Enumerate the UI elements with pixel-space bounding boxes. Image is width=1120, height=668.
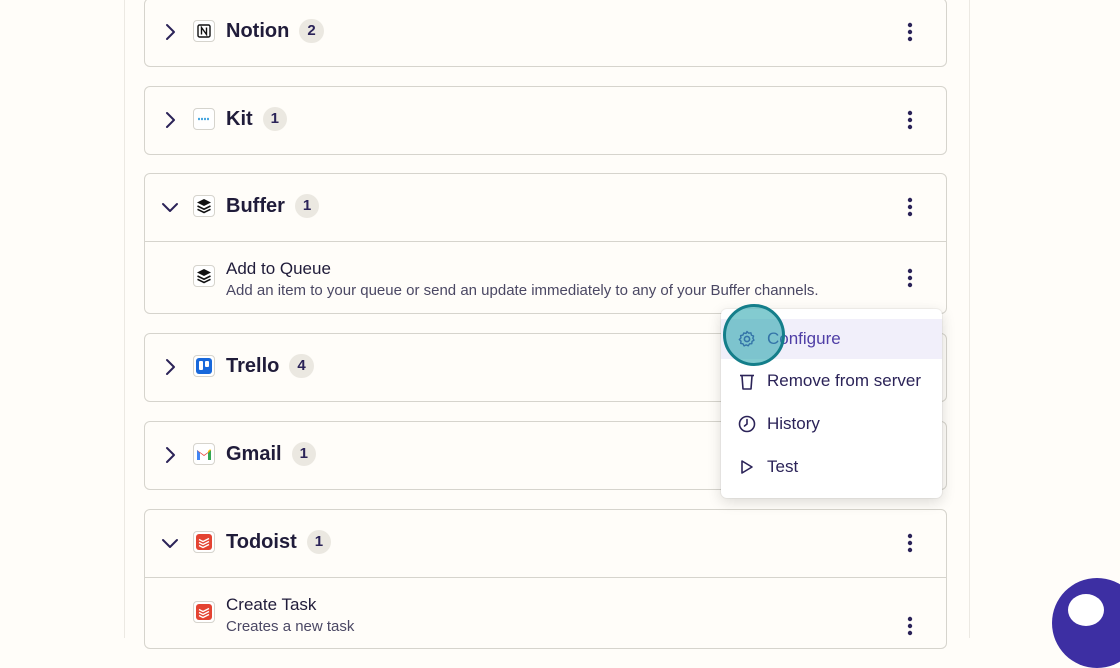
more-options-icon[interactable] (898, 614, 922, 638)
notion-icon (193, 20, 215, 42)
count-badge: 1 (306, 530, 332, 554)
app-name: Buffer 1 (226, 194, 320, 218)
app-card-notion: Notion 2 (144, 0, 947, 67)
chevron-down-icon[interactable] (159, 196, 181, 218)
chevron-right-icon[interactable] (159, 109, 181, 131)
app-card-kit: Kit 1 (144, 86, 947, 155)
chat-icon (1068, 594, 1104, 626)
chevron-down-icon[interactable] (159, 532, 181, 554)
chat-support-button[interactable] (1052, 578, 1120, 668)
more-options-icon[interactable] (898, 266, 922, 290)
count-badge: 1 (262, 107, 288, 131)
more-options-icon[interactable] (898, 195, 922, 219)
action-description: Creates a new task (226, 618, 355, 635)
app-name: Kit 1 (226, 107, 288, 131)
app-header-todoist[interactable]: Todoist 1 (145, 510, 946, 577)
more-options-icon[interactable] (898, 20, 922, 44)
buffer-icon (193, 265, 215, 287)
menu-item-label: History (767, 414, 820, 433)
menu-item-configure[interactable]: Configure (721, 319, 942, 359)
chevron-right-icon[interactable] (159, 21, 181, 43)
clock-icon (737, 414, 757, 434)
app-header-buffer[interactable]: Buffer 1 (145, 174, 946, 241)
menu-item-remove-from-server[interactable]: Remove from server (721, 361, 942, 401)
more-options-icon[interactable] (898, 531, 922, 555)
buffer-icon (193, 195, 215, 217)
action-description: Add an item to your queue or send an upd… (226, 282, 819, 299)
menu-item-label: Remove from server (767, 371, 921, 390)
action-row-create-task[interactable]: Create Task Creates a new task (145, 578, 946, 649)
action-title: Create Task (226, 595, 317, 614)
app-name: Gmail 1 (226, 442, 316, 466)
app-header-kit[interactable]: Kit 1 (145, 87, 946, 154)
count-badge: 4 (289, 354, 314, 378)
chevron-right-icon[interactable] (159, 356, 181, 378)
menu-item-label: Configure (767, 329, 841, 348)
count-badge: 1 (294, 194, 320, 218)
action-row-add-to-queue[interactable]: Add to Queue Add an item to your queue o… (145, 242, 946, 313)
app-name: Notion 2 (226, 19, 324, 43)
todoist-icon (193, 601, 215, 623)
app-name: Todoist 1 (226, 530, 332, 554)
trello-icon (193, 355, 215, 377)
gear-icon (737, 329, 757, 349)
chevron-right-icon[interactable] (159, 444, 181, 466)
play-icon (737, 457, 757, 477)
action-title: Add to Queue (226, 259, 331, 278)
context-menu: Configure Remove from server History Tes… (721, 309, 942, 498)
app-header-notion[interactable]: Notion 2 (145, 0, 946, 66)
gmail-icon (193, 443, 215, 465)
menu-item-test[interactable]: Test (721, 447, 942, 487)
app-card-buffer: Buffer 1 Add to Queue Add an item to your… (144, 173, 947, 314)
menu-item-history[interactable]: History (721, 404, 942, 444)
app-name: Trello 4 (226, 354, 314, 378)
more-options-icon[interactable] (898, 108, 922, 132)
count-badge: 1 (291, 442, 316, 466)
kit-icon (193, 108, 215, 130)
todoist-icon (193, 531, 215, 553)
trash-icon (737, 371, 757, 391)
app-card-todoist: Todoist 1 Create Task Creates a new task (144, 509, 947, 649)
count-badge: 2 (299, 19, 324, 43)
menu-item-label: Test (767, 457, 799, 476)
